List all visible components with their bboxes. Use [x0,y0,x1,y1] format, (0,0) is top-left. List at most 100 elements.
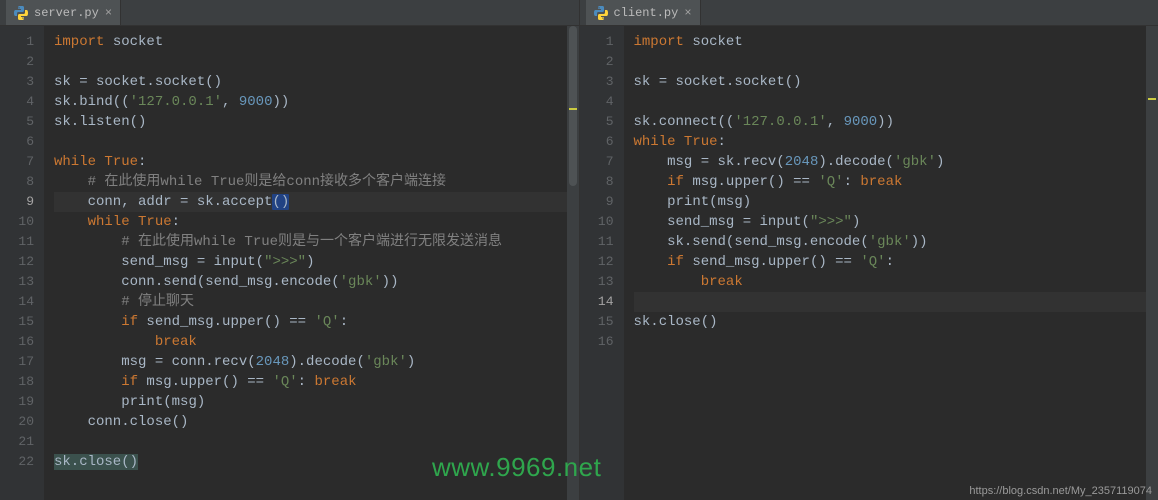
tab-bar-right: client.py × [580,0,1158,26]
line-gutter-right: 12345678910111213141516 [580,26,624,500]
code-line[interactable]: # 在此使用while True则是与一个客户端进行无限发送消息 [54,232,579,252]
line-number: 14 [580,292,614,312]
line-number: 3 [0,72,34,92]
line-number: 10 [580,212,614,232]
code-editor-right[interactable]: 12345678910111213141516 import socketsk … [580,26,1158,500]
code-line[interactable]: sk = socket.socket() [634,72,1158,92]
line-number: 16 [0,332,34,352]
line-number: 14 [0,292,34,312]
line-number: 10 [0,212,34,232]
code-line[interactable]: print(msg) [54,392,579,412]
code-line[interactable] [634,292,1158,312]
line-number: 15 [580,312,614,332]
code-line[interactable]: break [634,272,1158,292]
scrollbar-right[interactable] [1146,26,1158,500]
code-line[interactable]: sk.close() [54,452,579,472]
line-number: 7 [580,152,614,172]
code-line[interactable]: if send_msg.upper() == 'Q': [54,312,579,332]
line-number: 8 [580,172,614,192]
scrollbar-left[interactable] [567,26,579,500]
line-number: 19 [0,392,34,412]
code-line[interactable]: conn.send(send_msg.encode('gbk')) [54,272,579,292]
marker [569,108,577,110]
line-number: 15 [0,312,34,332]
code-area-right[interactable]: import socket sk = socket.socket() sk.conn… [624,26,1158,500]
tab-label: server.py [34,6,99,20]
code-line[interactable]: sk.send(send_msg.encode('gbk')) [634,232,1158,252]
ide-split-view: server.py × 1234567891011121314151617181… [0,0,1158,500]
code-line[interactable] [54,432,579,452]
line-number: 4 [580,92,614,112]
code-line[interactable]: # 停止聊天 [54,292,579,312]
line-number: 1 [580,32,614,52]
line-number: 11 [580,232,614,252]
line-number: 11 [0,232,34,252]
line-number: 6 [580,132,614,152]
code-line[interactable]: sk.connect(('127.0.0.1', 9000)) [634,112,1158,132]
close-tab-icon[interactable]: × [684,6,691,20]
code-line[interactable]: conn.close() [54,412,579,432]
code-line[interactable]: import socket [54,32,579,52]
code-line[interactable]: sk.listen() [54,112,579,132]
code-line[interactable]: sk = socket.socket() [54,72,579,92]
code-line[interactable] [54,52,579,72]
code-line[interactable]: while True: [54,212,579,232]
code-line[interactable]: break [54,332,579,352]
line-number: 6 [0,132,34,152]
code-line[interactable] [634,332,1158,352]
line-number: 4 [0,92,34,112]
code-line[interactable]: if msg.upper() == 'Q': break [634,172,1158,192]
code-line[interactable]: conn, addr = sk.accept() [54,192,579,212]
line-number: 21 [0,432,34,452]
tab-bar-left: server.py × [0,0,579,26]
line-number: 8 [0,172,34,192]
line-number: 18 [0,372,34,392]
code-area-left[interactable]: import socket sk = socket.socket()sk.bind… [44,26,579,500]
line-number: 2 [580,52,614,72]
code-line[interactable]: while True: [634,132,1158,152]
code-line[interactable]: msg = sk.recv(2048).decode('gbk') [634,152,1158,172]
line-number: 9 [0,192,34,212]
code-line[interactable] [634,92,1158,112]
line-number: 17 [0,352,34,372]
line-number: 3 [580,72,614,92]
code-editor-left[interactable]: 12345678910111213141516171819202122 impo… [0,26,579,500]
line-number: 13 [580,272,614,292]
tab-client-py[interactable]: client.py × [586,0,701,25]
line-number: 13 [0,272,34,292]
line-number: 5 [580,112,614,132]
editor-pane-left: server.py × 1234567891011121314151617181… [0,0,580,500]
line-gutter-left: 12345678910111213141516171819202122 [0,26,44,500]
tab-label: client.py [614,6,679,20]
line-number: 16 [580,332,614,352]
tab-server-py[interactable]: server.py × [6,0,121,25]
code-line[interactable]: send_msg = input(">>>") [634,212,1158,232]
code-line[interactable]: print(msg) [634,192,1158,212]
line-number: 12 [580,252,614,272]
code-line[interactable]: msg = conn.recv(2048).decode('gbk') [54,352,579,372]
source-url: https://blog.csdn.net/My_2357119074 [969,485,1152,497]
line-number: 20 [0,412,34,432]
marker [1148,98,1156,100]
python-file-icon [14,6,28,20]
scroll-thumb[interactable] [569,26,577,186]
code-line[interactable]: # 在此使用while True则是给conn接收多个客户端连接 [54,172,579,192]
line-number: 7 [0,152,34,172]
close-tab-icon[interactable]: × [105,6,112,20]
editor-pane-right: client.py × 12345678910111213141516 impo… [580,0,1158,500]
code-line[interactable]: while True: [54,152,579,172]
code-line[interactable]: import socket [634,32,1158,52]
line-number: 2 [0,52,34,72]
code-line[interactable]: send_msg = input(">>>") [54,252,579,272]
code-line[interactable]: if msg.upper() == 'Q': break [54,372,579,392]
python-file-icon [594,6,608,20]
code-line[interactable]: if send_msg.upper() == 'Q': [634,252,1158,272]
line-number: 12 [0,252,34,272]
line-number: 1 [0,32,34,52]
line-number: 22 [0,452,34,472]
line-number: 5 [0,112,34,132]
code-line[interactable]: sk.bind(('127.0.0.1', 9000)) [54,92,579,112]
code-line[interactable] [634,52,1158,72]
code-line[interactable]: sk.close() [634,312,1158,332]
code-line[interactable] [54,132,579,152]
